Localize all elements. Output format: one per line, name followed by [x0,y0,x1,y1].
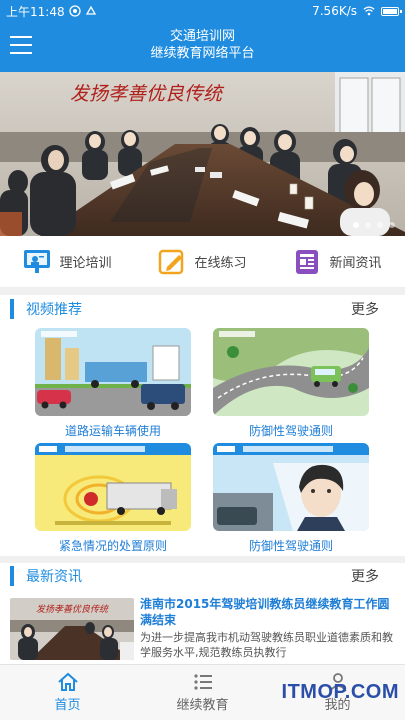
page-title-line2: 继续教育网络平台 [150,46,255,61]
news-item[interactable]: 发扬孝善优良传统 淮南市2015年驾驶培训教练员继续教育工作圆满结束 为进一步提… [0,594,405,664]
news-section-header: 最新资讯 更多 [0,562,405,590]
video-title: 紧急情况的处置原则 [58,539,167,553]
video-card[interactable]: 紧急情况的处置原则 [35,443,191,554]
video-title: 道路运输车辆使用 [64,424,161,438]
video-card[interactable]: 防御性驾驶通则 [213,328,369,439]
app-notification-icon [85,5,96,15]
carousel-indicator [353,222,395,228]
nav-label: 理论培训 [59,256,112,271]
nav-label: 新闻资讯 [329,256,382,271]
news-more-link[interactable]: 更多 [351,566,379,586]
svg-text:发扬孝善优良传统: 发扬孝善优良传统 [36,604,110,615]
tab-continuing-education[interactable]: 继续教育 [135,665,270,720]
battery-icon [381,6,402,16]
tab-home[interactable]: 首页 [0,665,135,720]
pencil-icon [158,248,186,276]
nav-news[interactable]: 新闻资讯 [270,248,405,276]
carousel-dot[interactable] [353,222,359,228]
video-thumbnail [35,443,191,531]
quick-nav: 理论培训 在线练习 新闻资讯 [0,236,405,288]
videos-section-title: 视频推荐 [26,302,82,318]
divider [0,288,405,295]
newspaper-icon [293,248,321,276]
network-speed: 7.56K/s [312,4,357,18]
videos-more-link[interactable]: 更多 [351,299,379,319]
news-summary: 为进一步提高我市机动驾驶教练员职业道德素质和教学服务水平,规范教练员执教行 [140,631,393,659]
banner-wall-text: 发扬孝善优良传统 [70,83,225,105]
status-bar: 上午11:48 7.56K/s [0,0,405,22]
carousel-dot[interactable] [389,222,395,228]
banner-image: 发扬孝善优良传统 [0,72,405,236]
teacher-icon [23,248,51,276]
video-card[interactable]: 防御性驾驶通则 [213,443,369,554]
tab-label: 继续教育 [176,698,229,713]
list-icon [193,674,212,690]
notification-icon [68,5,81,17]
videos-section-header: 视频推荐 更多 [0,295,405,323]
video-card[interactable]: 道路运输车辆使用 [35,328,191,439]
nav-label: 在线练习 [194,256,247,271]
section-accent-bar [10,299,14,319]
app-header: 交通培训网 继续教育网络平台 [0,22,405,72]
watermark: ITMOP.COM [281,681,399,703]
status-time: 上午11:48 [6,4,65,19]
carousel-dot[interactable] [365,222,371,228]
wifi-icon [363,6,375,16]
nav-online-practice[interactable]: 在线练习 [135,248,270,276]
video-thumbnail [213,328,369,416]
nav-theory-training[interactable]: 理论培训 [0,248,135,276]
banner-carousel[interactable]: 发扬孝善优良传统 [0,72,405,236]
page-title: 交通培训网 继续教育网络平台 [0,28,405,62]
video-title: 防御性驾驶通则 [248,539,333,553]
tab-label: 首页 [54,698,81,713]
news-thumbnail: 发扬孝善优良传统 [10,598,134,660]
video-thumbnail [35,328,191,416]
news-section-title: 最新资讯 [26,569,82,585]
video-thumbnail [213,443,369,531]
news-title: 淮南市2015年驾驶培训教练员继续教育工作圆满结束 [140,597,390,627]
video-title: 防御性驾驶通则 [248,424,333,438]
section-accent-bar [10,566,14,586]
carousel-dot[interactable] [377,222,383,228]
page-title-line1: 交通培训网 [169,29,235,44]
home-icon [57,672,78,691]
